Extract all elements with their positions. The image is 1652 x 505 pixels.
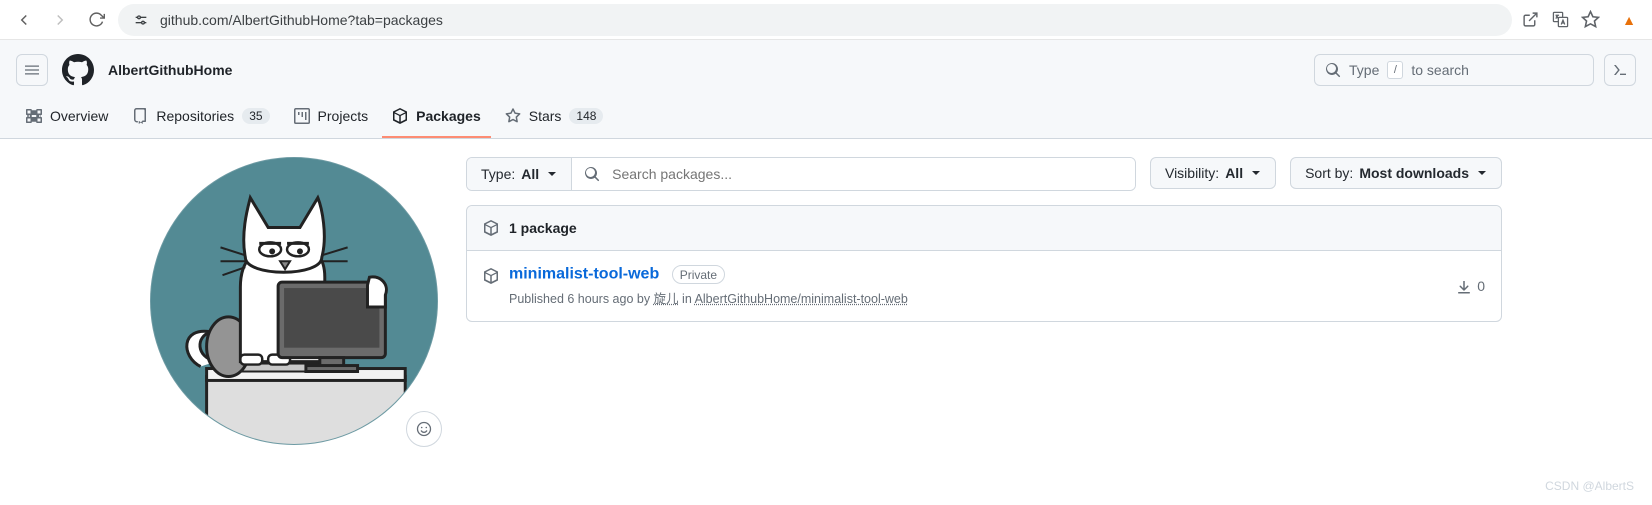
caret-down-icon bbox=[547, 169, 557, 179]
smiley-icon bbox=[416, 421, 432, 437]
command-palette-button[interactable] bbox=[1604, 54, 1636, 86]
download-count: 0 bbox=[1456, 277, 1485, 296]
avatar[interactable] bbox=[150, 157, 438, 445]
github-header: AlbertGithubHome Type / to search Overvi… bbox=[0, 40, 1652, 139]
repositories-count: 35 bbox=[242, 108, 269, 124]
download-icon bbox=[1456, 280, 1472, 296]
stars-count: 148 bbox=[569, 108, 603, 124]
tab-overview[interactable]: Overview bbox=[16, 100, 118, 138]
tab-packages[interactable]: Packages bbox=[382, 100, 491, 138]
caret-down-icon bbox=[1477, 168, 1487, 178]
main-content: Type: All Visibility: All Sort by: Most … bbox=[466, 157, 1502, 453]
type-and-search-group: Type: All bbox=[466, 157, 1136, 191]
browser-actions: ▲ bbox=[1520, 10, 1642, 30]
site-settings-icon[interactable] bbox=[132, 11, 150, 29]
search-input[interactable]: Type / to search bbox=[1314, 54, 1594, 86]
search-prefix: Type bbox=[1349, 62, 1379, 78]
watermark: CSDN @AlbertS bbox=[1545, 479, 1634, 493]
package-name-link[interactable]: minimalist-tool-web bbox=[509, 266, 659, 283]
package-meta: Published 6 hours ago by 旋儿 in AlbertGit… bbox=[509, 288, 1446, 307]
type-filter-button[interactable]: Type: All bbox=[467, 158, 572, 190]
author-link[interactable]: 旋儿 bbox=[654, 292, 679, 306]
forward-button[interactable] bbox=[46, 6, 74, 34]
visibility-filter-button[interactable]: Visibility: All bbox=[1150, 157, 1276, 189]
package-icon bbox=[483, 268, 499, 284]
sort-filter-button[interactable]: Sort by: Most downloads bbox=[1290, 157, 1502, 189]
package-search-input[interactable] bbox=[572, 158, 1135, 190]
packages-box: 1 package minimalist-tool-web Private Pu… bbox=[466, 205, 1502, 322]
tab-stars[interactable]: Stars 148 bbox=[495, 100, 614, 138]
filter-row: Type: All Visibility: All Sort by: Most … bbox=[466, 157, 1502, 191]
page-layout: Type: All Visibility: All Sort by: Most … bbox=[0, 139, 1652, 453]
bookmark-star-icon[interactable] bbox=[1580, 10, 1600, 30]
package-row: minimalist-tool-web Private Published 6 … bbox=[467, 251, 1501, 321]
url-text: github.com/AlbertGithubHome?tab=packages bbox=[160, 12, 443, 28]
search-icon bbox=[1325, 62, 1341, 78]
set-status-button[interactable] bbox=[406, 411, 442, 447]
repo-link[interactable]: AlbertGithubHome/minimalist-tool-web bbox=[695, 292, 908, 306]
context-name[interactable]: AlbertGithubHome bbox=[108, 62, 232, 78]
search-suffix: to search bbox=[1411, 62, 1469, 78]
caret-down-icon bbox=[1251, 168, 1261, 178]
search-kbd: / bbox=[1387, 61, 1403, 79]
profile-sidebar bbox=[150, 157, 446, 453]
visibility-badge: Private bbox=[672, 265, 725, 284]
tab-repositories[interactable]: Repositories 35 bbox=[122, 100, 279, 138]
open-external-icon[interactable] bbox=[1520, 10, 1540, 30]
search-icon bbox=[584, 166, 600, 182]
translate-icon[interactable] bbox=[1550, 10, 1570, 30]
profile-nav: Overview Repositories 35 Projects Packag… bbox=[0, 100, 1652, 138]
packages-box-header: 1 package bbox=[467, 206, 1501, 251]
package-search-field[interactable] bbox=[610, 165, 1123, 183]
extension-warning-icon[interactable]: ▲ bbox=[1622, 12, 1636, 28]
menu-button[interactable] bbox=[16, 54, 48, 86]
github-logo-icon[interactable] bbox=[62, 54, 94, 86]
browser-toolbar: github.com/AlbertGithubHome?tab=packages… bbox=[0, 0, 1652, 40]
address-bar[interactable]: github.com/AlbertGithubHome?tab=packages bbox=[118, 4, 1512, 36]
tab-projects[interactable]: Projects bbox=[284, 100, 379, 138]
package-icon bbox=[483, 220, 499, 236]
back-button[interactable] bbox=[10, 6, 38, 34]
reload-button[interactable] bbox=[82, 6, 110, 34]
